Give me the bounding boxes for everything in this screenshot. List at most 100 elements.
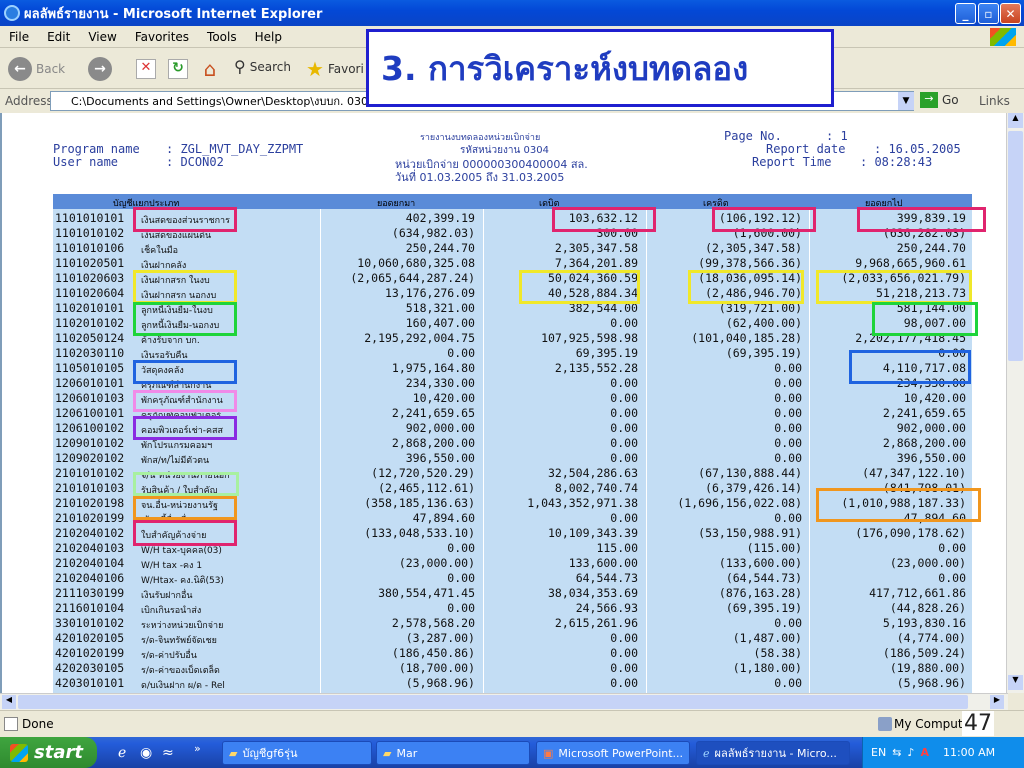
debit: 7,364,201.89 [554,256,638,270]
carried-forward: (4,774.00) [896,631,966,645]
scroll-right-icon[interactable]: ▶ [990,695,1004,709]
ati-icon[interactable]: A [920,746,929,759]
highlight-box-blue [133,360,237,384]
home-icon[interactable]: ⌂ [198,57,222,81]
brought-forward: (2,065,644,287.24) [350,271,475,285]
scroll-thumb[interactable] [1008,131,1023,361]
scroll-left-icon[interactable]: ◀ [2,695,16,709]
forward-button[interactable]: → [88,57,112,81]
menu-edit[interactable]: Edit [38,30,79,44]
windows-flag-icon [990,28,1016,46]
forward-arrow-icon: → [88,57,112,81]
maximize-button[interactable]: ▫ [978,3,999,24]
folder-icon: ▰ [229,746,238,760]
brought-forward: (5,968.96) [405,676,475,690]
brought-forward: (23,000.00) [398,556,475,570]
start-button[interactable]: start [0,737,97,768]
credit: 0.00 [774,421,802,435]
account-code: 3301010102 [55,616,125,630]
account-code: 2101020198 [55,496,125,510]
carried-forward: 2,241,659.65 [882,406,966,420]
ie-logo-icon [4,5,20,21]
language-indicator[interactable]: EN [871,746,886,759]
highlight-box-lightgreen [133,472,239,496]
menu-view[interactable]: View [79,30,125,44]
hscroll-thumb[interactable] [18,695,968,709]
credit: (67,130,888.44) [698,466,802,480]
system-tray: EN ⇆ ♪ A 11:00 AM [862,737,1024,768]
scroll-down-icon[interactable]: ▼ [1008,675,1023,690]
credit: (1,487.00) [732,631,802,645]
menu-file[interactable]: File [0,30,38,44]
debit: 69,395.19 [575,346,638,360]
back-button[interactable]: ← Back [8,57,65,81]
brought-forward: 2,195,292,004.75 [364,331,475,345]
brought-forward: (634,982.03) [391,226,475,240]
account-code: 1102050124 [55,331,125,345]
table-row: 1101020501 เงินฝากคลัง 10,060,680,325.08 7,… [53,256,972,271]
vertical-scrollbar[interactable]: ▲ ▼ [1006,113,1024,693]
account-code: 4201020199 [55,646,125,660]
stop-icon[interactable]: ✕ [136,59,156,79]
table-row: 2116010104 เบิกเกินรอนำส่ง 0.00 24,566.93 (6… [53,601,972,616]
menu-tools[interactable]: Tools [198,30,246,44]
powerpoint-icon: ▣ [543,746,554,760]
scroll-up-icon[interactable]: ▲ [1008,113,1023,128]
account-code: 1101020501 [55,256,125,270]
debit: 2,135,552.28 [554,361,638,375]
taskbar-item-powerpoint[interactable]: ▣ Microsoft PowerPoint... [536,741,690,765]
carried-forward: (44,828.26) [889,601,966,615]
user-label: User name [53,155,119,169]
minimize-button[interactable]: _ [955,3,976,24]
account-code: 1101010102 [55,226,125,240]
taskbar-item-folder2[interactable]: ▰ Mar [376,741,530,765]
credit: (6,379,426.14) [705,481,802,495]
account-name: W/H tax -คง 1 [141,561,203,571]
go-button[interactable]: → Go [920,92,959,108]
credit: 0.00 [774,511,802,525]
horizontal-scrollbar[interactable]: ◀ ▶ [0,693,1008,710]
account-code: 2116010104 [55,601,125,615]
media-quicklaunch-icon[interactable]: ◉ [140,745,152,761]
taskbar-item-ie[interactable]: ℯ ผลลัพธ์รายงาน - Micro... [696,741,850,765]
credit: (1,180.00) [732,661,802,675]
search-button[interactable]: ⚲ Search [234,57,291,76]
carried-forward: 0.00 [938,541,966,555]
table-row: 1102030110 เงินรอรับคืน 0.00 69,395.19 (69,3… [53,346,972,361]
close-button[interactable]: ✕ [1000,3,1021,24]
address-dropdown-icon[interactable]: ▼ [898,92,914,110]
brought-forward: 380,554,471.45 [378,586,475,600]
menu-favorites[interactable]: Favorites [126,30,198,44]
network-icon[interactable]: ⇆ [892,746,901,759]
account-code: 4201020105 [55,631,125,645]
links-label[interactable]: Links [979,94,1010,108]
carried-forward: 2,868,200.00 [882,436,966,450]
favorites-button[interactable]: ★ Favori [306,57,364,81]
volume-icon[interactable]: ♪ [907,746,914,759]
table-row: 4201020105 ร/ด-จินทรัพย์จัดเชย (3,287.00) 0… [53,631,972,646]
debit: 2,615,261.96 [554,616,638,630]
quicklaunch-more-icon[interactable]: » [194,742,201,755]
status-text: Done [22,717,54,731]
debit: 8,002,740.74 [554,481,638,495]
brought-forward: (186,450.86) [391,646,475,660]
account-name: เบิกเกินรอนำส่ง [141,606,202,616]
menu-help[interactable]: Help [246,30,291,44]
search-icon: ⚲ [234,57,246,76]
account-code: 1101020603 [55,271,125,285]
debit: 38,034,353.69 [547,586,638,600]
debit: 0.00 [610,391,638,405]
highlight-box-orange [133,496,237,520]
ie-quicklaunch-icon[interactable]: ℯ [118,745,126,761]
brought-forward: 234,330.00 [405,376,475,390]
account-code: 1101010106 [55,241,125,255]
brought-forward: 0.00 [447,541,475,555]
fish-quicklaunch-icon[interactable]: ≈ [162,745,174,761]
credit: 0.00 [774,436,802,450]
window-title-bar[interactable]: ผลลัพธ์รายงาน - Microsoft Internet Explo… [0,0,1024,26]
debit: 0.00 [610,451,638,465]
carried-forward: (5,968.96) [896,676,966,690]
taskbar-item-folder1[interactable]: ▰ บัญชีgf6รุ่น [222,741,372,765]
credit: 0.00 [774,391,802,405]
refresh-icon[interactable]: ↻ [168,59,188,79]
